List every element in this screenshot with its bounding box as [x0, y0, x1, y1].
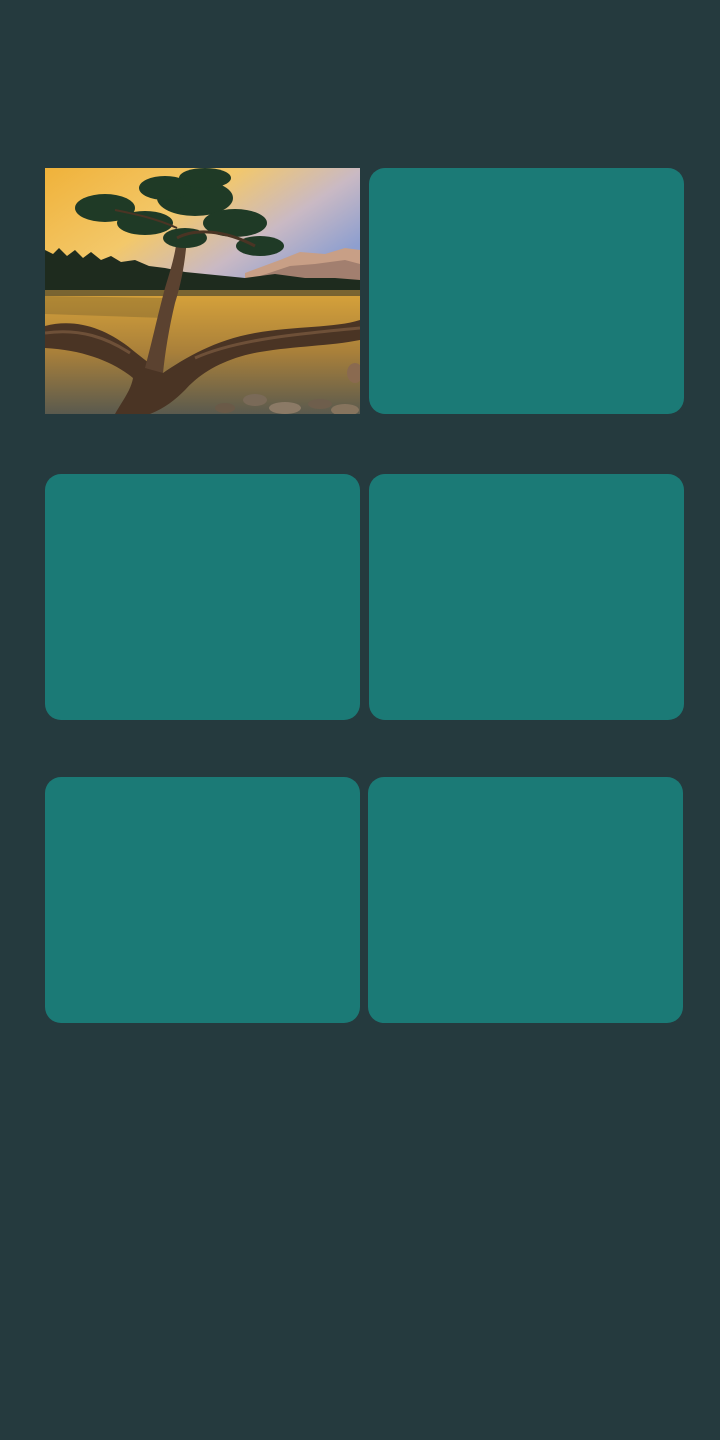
card-tile-hidden[interactable] [368, 777, 683, 1023]
sunset-lake-tree-photo [45, 168, 360, 414]
card-tile-hidden[interactable] [369, 168, 684, 414]
card-tile-hidden[interactable] [45, 777, 360, 1023]
card-tile-hidden[interactable] [369, 474, 684, 720]
card-grid [0, 0, 720, 1440]
card-tile-hidden[interactable] [45, 474, 360, 720]
card-tile-revealed[interactable] [45, 168, 360, 414]
